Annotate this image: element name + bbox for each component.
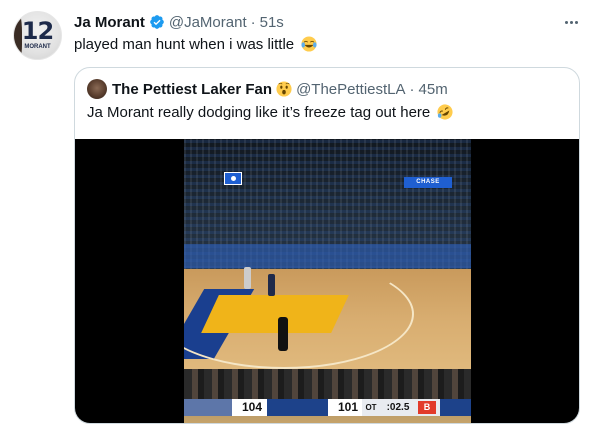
player-figure	[268, 274, 275, 296]
hushed-face-icon	[276, 81, 292, 97]
quoted-tweet-timestamp[interactable]: 45m	[419, 81, 448, 98]
tweet-timestamp[interactable]: 51s	[260, 14, 284, 31]
broadcast-logo: B	[418, 401, 436, 414]
author-avatar[interactable]: 12 MORANT	[13, 11, 62, 60]
quoted-author-handle[interactable]: @ThePettiestLA	[296, 81, 405, 98]
home-team-logo	[266, 399, 328, 416]
scoreboard: 104 101 OT :02.5 B	[184, 399, 471, 416]
video-player[interactable]: CHASE 104 101 OT :02.5 B	[75, 139, 579, 423]
referee-figure	[278, 317, 288, 351]
avatar-jersey-number: 12	[21, 17, 54, 45]
courtside-crowd	[184, 369, 471, 399]
scoreboard-end	[440, 399, 471, 416]
quoted-tweet[interactable]: The Pettiest Laker Fan @ThePettiestLA · …	[74, 67, 580, 424]
arena-sign	[224, 172, 242, 185]
tweet-text: played man hunt when i was little	[74, 36, 317, 53]
quoted-tweet-header: The Pettiest Laker Fan @ThePettiestLA · …	[87, 79, 448, 99]
away-team-logo	[184, 399, 232, 416]
separator-dot: ·	[250, 13, 256, 31]
quoted-tweet-text: Ja Morant really dodging like it’s freez…	[87, 104, 453, 121]
tweet[interactable]: 12 MORANT Ja Morant @JaMorant · 51s play…	[0, 0, 596, 435]
video-frame[interactable]: CHASE 104 101 OT :02.5 B	[184, 139, 471, 423]
game-period: OT	[365, 403, 377, 412]
chase-banner: CHASE	[404, 177, 452, 188]
game-clock: :02.5	[386, 402, 410, 413]
verified-badge-icon	[150, 15, 164, 29]
author-handle[interactable]: @JaMorant	[169, 14, 247, 31]
face-with-tears-of-joy-icon	[301, 36, 317, 52]
three-point-arc	[184, 259, 414, 369]
avatar-jersey-name: MORANT	[24, 44, 51, 50]
tweet-header: Ja Morant @JaMorant · 51s	[74, 12, 284, 32]
rolling-on-floor-laughing-icon	[437, 104, 453, 120]
quoted-author-name[interactable]: The Pettiest Laker Fan	[112, 81, 272, 98]
tweet-text-content: played man hunt when i was little	[74, 36, 295, 53]
author-name[interactable]: Ja Morant	[74, 14, 145, 31]
quoted-separator-dot: ·	[409, 80, 415, 98]
quoted-tweet-text-content: Ja Morant really dodging like it’s freez…	[87, 104, 431, 121]
player-figure	[244, 267, 251, 289]
home-team-score: 101	[328, 399, 362, 416]
basketball-court	[184, 259, 471, 369]
more-options-icon[interactable]	[560, 14, 582, 30]
away-team-score: 104	[232, 399, 266, 416]
quoted-author-avatar[interactable]	[87, 79, 107, 99]
